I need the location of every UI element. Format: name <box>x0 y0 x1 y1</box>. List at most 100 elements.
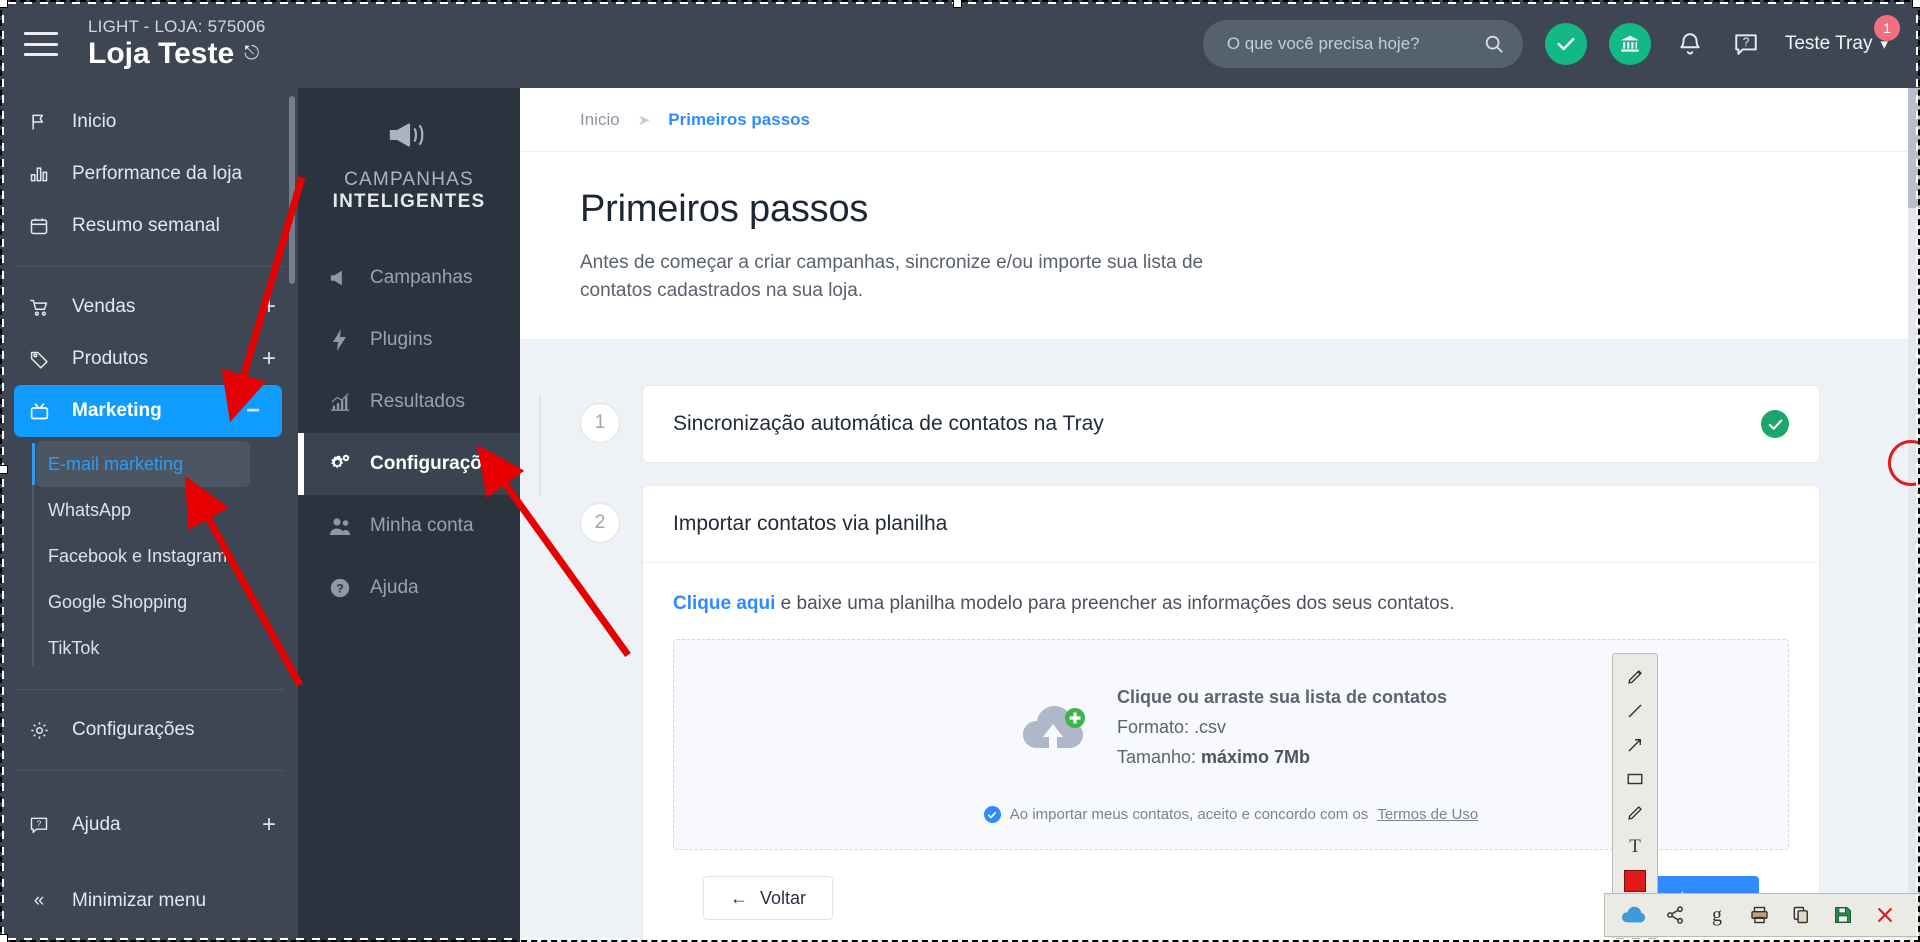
line-icon[interactable] <box>1617 694 1653 728</box>
sidebar-label: Ajuda <box>72 814 121 835</box>
user-menu[interactable]: Teste Tray ▾ 1 <box>1785 15 1900 55</box>
sidebar-item-vendas[interactable]: Vendas + <box>0 281 298 333</box>
arrow-icon[interactable] <box>1617 728 1653 762</box>
sidebar-minimize-menu[interactable]: « Minimizar menu <box>0 875 298 927</box>
megaphone-icon <box>328 269 352 287</box>
collapse-minus-icon[interactable]: − <box>246 399 260 423</box>
sidebar-label: Performance da loja <box>72 163 243 184</box>
chevron-right-icon: ➤ <box>637 111 651 129</box>
sidebar-item-marketing[interactable]: Marketing − <box>14 385 282 437</box>
campaign-item-label: Ajuda <box>370 577 419 598</box>
sidebar-item-whatsapp[interactable]: WhatsApp <box>36 487 250 533</box>
check-circle-icon[interactable] <box>1544 23 1587 65</box>
terms-of-use-link[interactable]: Termos de Uso <box>1377 806 1478 823</box>
step-number: 1 <box>580 403 620 443</box>
sidebar-item-resumo[interactable]: Resumo semanal <box>0 200 298 252</box>
sidebar-divider-1 <box>14 266 284 267</box>
sidebar-item-google-shopping[interactable]: Google Shopping <box>36 579 250 625</box>
search-icon[interactable] <box>1483 33 1505 55</box>
google-icon[interactable]: g <box>1703 901 1731 929</box>
download-template-link[interactable]: Clique aqui <box>673 593 775 614</box>
campaign-item-label: Minha conta <box>370 515 474 536</box>
capture-handle-tl[interactable] <box>0 0 8 8</box>
users-icon <box>328 516 352 536</box>
dropzone-line1: Clique ou arraste sua lista de contatos <box>1116 687 1448 707</box>
check-circle-small-icon[interactable] <box>983 806 1001 823</box>
campaign-item-configuracoes[interactable]: Configurações <box>298 433 520 495</box>
expand-plus-icon[interactable]: + <box>262 813 276 837</box>
step-title: Sincronização automática de contatos na … <box>673 412 1104 435</box>
step-card-header: Importar contatos via planilha <box>643 486 1819 562</box>
cloud-upload-icon[interactable] <box>1619 901 1647 929</box>
page-scrollbar-thumb[interactable] <box>1908 88 1920 208</box>
campaign-item-resultados[interactable]: Resultados <box>298 371 520 433</box>
campaign-item-minha-conta[interactable]: Minha conta <box>298 495 520 557</box>
top-header-bar: LIGHT - LOJA: 575006 Loja Teste ⎋ O que … <box>0 0 1920 88</box>
close-icon[interactable] <box>1871 901 1899 929</box>
cart-icon <box>26 297 52 318</box>
sidebar-label: Marketing <box>72 400 162 421</box>
template-download-line: Clique aqui e baixe uma planilha modelo … <box>673 593 1789 615</box>
sidebar-label: Configurações <box>72 719 195 740</box>
capture-handle-bl[interactable] <box>0 934 8 942</box>
pen-icon[interactable] <box>1617 660 1653 694</box>
sidebar-item-ajuda[interactable]: ? Ajuda + <box>0 799 298 851</box>
sidebar-item-inicio[interactable]: Inicio <box>0 96 298 148</box>
campaign-logo: CAMPANHAS INTELIGENTES <box>298 88 520 247</box>
store-plan-label: LIGHT - LOJA: 575006 <box>88 17 266 36</box>
expand-plus-icon[interactable]: + <box>262 295 276 319</box>
copy-icon[interactable] <box>1787 901 1815 929</box>
gear-icon <box>26 720 52 741</box>
notification-badge[interactable]: 1 <box>1874 15 1900 41</box>
print-icon[interactable] <box>1745 901 1773 929</box>
step-row: 2 Importar contatos via planilha Clique … <box>580 485 1920 942</box>
help-chat-icon[interactable]: ? <box>1729 27 1763 61</box>
flag-icon <box>26 112 52 132</box>
svg-text:?: ? <box>37 819 42 829</box>
dropzone-text: Clique ou arraste sua lista de contatos … <box>1117 682 1447 772</box>
hamburger-icon[interactable] <box>24 32 58 56</box>
search-box[interactable] <box>1202 20 1523 68</box>
sidebar-item-facebook-instagram[interactable]: Facebook e Instagram <box>36 533 250 579</box>
campaign-item-label: Resultados <box>370 391 466 412</box>
svg-text:?: ? <box>336 582 343 596</box>
sidebar-item-tiktok[interactable]: TikTok <box>36 625 250 671</box>
campaign-item-plugins[interactable]: Plugins <box>298 309 520 371</box>
sidebar-item-email-marketing[interactable]: E-mail marketing <box>36 441 250 487</box>
check-circle-icon <box>1761 410 1789 438</box>
rectangle-icon[interactable] <box>1617 762 1653 796</box>
header-actions: ? Teste Tray ▾ 1 <box>1202 15 1920 68</box>
campaign-item-campanhas[interactable]: Campanhas <box>298 247 520 309</box>
dropzone-size-prefix: Tamanho: <box>1116 747 1202 767</box>
sidebar-item-produtos[interactable]: Produtos + <box>0 333 298 385</box>
marketing-submenu: E-mail marketing WhatsApp Facebook e Ins… <box>0 441 298 671</box>
marker-icon[interactable] <box>1617 796 1653 830</box>
step-row: 1 Sincronização automática de contatos n… <box>580 385 1920 463</box>
back-button[interactable]: ← Voltar <box>703 876 834 920</box>
external-link-icon[interactable]: ⎋ <box>244 37 259 71</box>
main-content: Inicio ➤ Primeiros passos Primeiros pass… <box>520 88 1920 942</box>
campaign-item-label: Campanhas <box>370 267 473 288</box>
save-icon[interactable] <box>1829 901 1857 929</box>
sidebar-item-configuracoes[interactable]: Configurações <box>0 704 298 756</box>
search-input[interactable] <box>1226 34 1473 54</box>
expand-plus-icon[interactable]: + <box>262 347 276 371</box>
capture-handle-ml[interactable] <box>0 465 8 474</box>
dropzone-line2: Formato: .csv <box>1116 717 1226 737</box>
sidebar-item-performance[interactable]: Performance da loja <box>0 148 298 200</box>
breadcrumb-home[interactable]: Inicio <box>580 110 620 130</box>
bell-icon[interactable] <box>1673 27 1707 61</box>
sidebar-divider-2 <box>14 689 284 690</box>
campaign-item-label: Plugins <box>370 329 433 350</box>
calendar-icon <box>26 216 52 236</box>
bank-icon[interactable] <box>1608 23 1651 65</box>
capture-handle-tc[interactable] <box>953 0 962 8</box>
text-icon[interactable]: T <box>1617 830 1653 864</box>
sidebar-label: Produtos <box>72 348 149 369</box>
sidebar-group-settings: Configurações <box>0 696 298 764</box>
capture-handle-tr[interactable] <box>1912 0 1920 8</box>
share-icon[interactable] <box>1661 901 1689 929</box>
double-chevron-left-icon: « <box>33 890 45 911</box>
campaign-item-ajuda[interactable]: ? Ajuda <box>298 557 520 619</box>
page-scrollbar[interactable] <box>1908 88 1920 942</box>
